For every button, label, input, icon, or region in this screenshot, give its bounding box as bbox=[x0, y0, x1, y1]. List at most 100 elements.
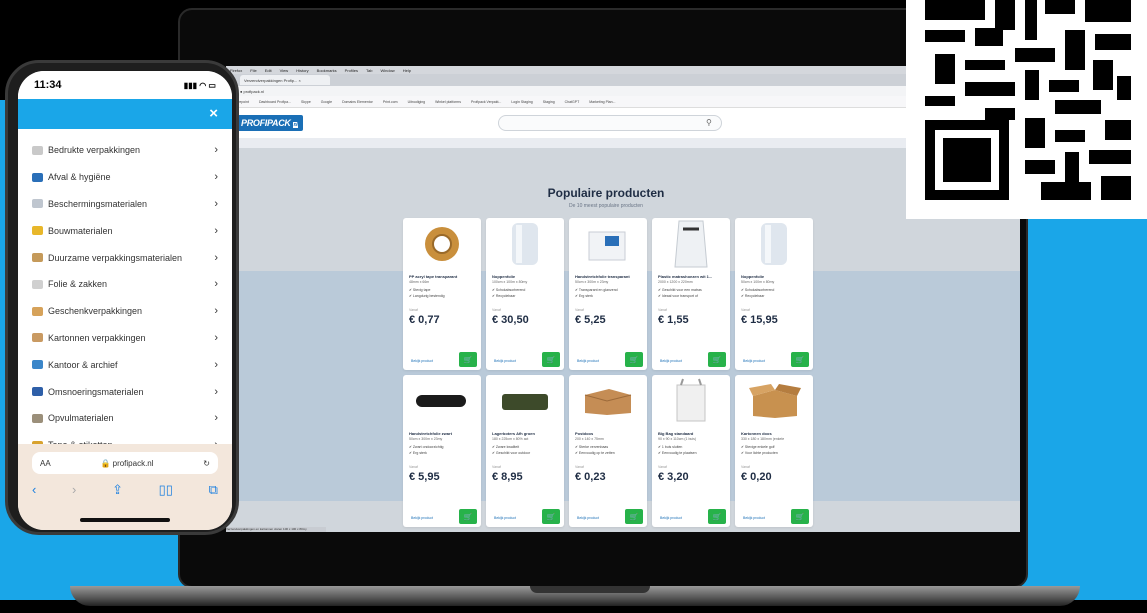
browser-tab[interactable]: Verzendverpakkingen Profip... × bbox=[240, 75, 330, 85]
product-card[interactable]: Plastic matrashoezen wit 1... 2000 x 1200… bbox=[652, 218, 730, 370]
category-item[interactable]: Bedrukte verpakkingen › bbox=[18, 137, 232, 164]
product-card[interactable]: Noppenfolie 100cm x 100m x 80my ✔ Schokabs… bbox=[486, 218, 564, 370]
add-to-cart-button[interactable]: 🛒 bbox=[791, 509, 809, 524]
add-to-cart-button[interactable]: 🛒 bbox=[625, 352, 643, 367]
bookmark-item[interactable]: Uitnodiging bbox=[408, 100, 426, 104]
bookmark-item[interactable]: Dashboard Profipa... bbox=[259, 100, 291, 104]
category-item[interactable]: Beschermingsmaterialen › bbox=[18, 191, 232, 218]
add-to-cart-button[interactable]: 🛒 bbox=[708, 509, 726, 524]
category-item[interactable]: Kartonnen verpakkingen › bbox=[18, 325, 232, 352]
price-prefix: Vanaf bbox=[658, 465, 667, 469]
view-product-link[interactable]: Bekijk product bbox=[577, 516, 599, 520]
product-image[interactable] bbox=[569, 375, 647, 427]
view-product-link[interactable]: Bekijk product bbox=[411, 516, 433, 520]
add-to-cart-button[interactable]: 🛒 bbox=[708, 352, 726, 367]
view-product-link[interactable]: Bekijk product bbox=[494, 516, 516, 520]
add-to-cart-button[interactable]: 🛒 bbox=[542, 352, 560, 367]
view-product-link[interactable]: Bekijk product bbox=[411, 359, 433, 363]
menubar-item[interactable]: Bookmarks bbox=[317, 68, 337, 73]
add-to-cart-button[interactable]: 🛒 bbox=[625, 509, 643, 524]
laptop-notch bbox=[530, 586, 650, 593]
add-to-cart-button[interactable]: 🛒 bbox=[542, 509, 560, 524]
reload-icon[interactable]: ↻ bbox=[203, 459, 210, 468]
menubar-item[interactable]: Firefox bbox=[230, 68, 242, 73]
menubar-item[interactable]: Window bbox=[380, 68, 394, 73]
product-image[interactable] bbox=[486, 218, 564, 270]
bookmark-item[interactable]: Domains Elementor bbox=[342, 100, 373, 104]
category-item[interactable]: Omsnoeringsmaterialen › bbox=[18, 378, 232, 405]
profipack-logo[interactable]: PROFIPACK nl bbox=[236, 115, 304, 131]
menubar-item[interactable]: History bbox=[296, 68, 308, 73]
menubar-item[interactable]: Help bbox=[403, 68, 411, 73]
add-to-cart-button[interactable]: 🛒 bbox=[459, 352, 477, 367]
product-card[interactable]: Handstretchfolie zwart 50cm x 300m x 23my… bbox=[403, 375, 481, 527]
category-label: Beschermingsmaterialen bbox=[48, 198, 148, 209]
bookmark-item[interactable]: Profipack Verpakt... bbox=[471, 100, 501, 104]
product-image[interactable] bbox=[569, 218, 647, 270]
cart-icon: 🛒 bbox=[712, 514, 722, 521]
product-card[interactable]: Handstretchfolie transparant 50cm x 300m … bbox=[569, 218, 647, 370]
price-prefix: Vanaf bbox=[409, 465, 418, 469]
menubar-item[interactable]: View bbox=[280, 68, 289, 73]
category-item[interactable]: Afval & hygiëne › bbox=[18, 164, 232, 191]
category-item[interactable]: Duurzame verpakkingsmaterialen › bbox=[18, 244, 232, 271]
share-icon[interactable]: ⇪ bbox=[112, 482, 123, 498]
add-to-cart-button[interactable]: 🛒 bbox=[791, 352, 809, 367]
menubar-item[interactable]: File bbox=[250, 68, 256, 73]
product-image[interactable] bbox=[403, 218, 481, 270]
category-item[interactable]: Folie & zakken › bbox=[18, 271, 232, 298]
bookmark-item[interactable]: Login Staging bbox=[511, 100, 532, 104]
product-card[interactable]: Postdoos 200 x 140 x 75mm ✔ Sterke vervenb… bbox=[569, 375, 647, 527]
cart-icon: 🛒 bbox=[546, 357, 556, 364]
product-card[interactable]: Big Bag standaard 90 x 90 x 110cm (1 buis… bbox=[652, 375, 730, 527]
forward-icon[interactable]: › bbox=[72, 482, 76, 498]
product-card[interactable]: Kartonnen doos 330 x 180 x 180mm (enkele ✔… bbox=[735, 375, 813, 527]
product-card[interactable]: PP acryl tape transparant 48mm x 66m ✔ Ste… bbox=[403, 218, 481, 370]
view-product-link[interactable]: Bekijk product bbox=[743, 516, 765, 520]
safari-nav: ‹ › ⇪ ▯▯ ⧉ bbox=[32, 482, 218, 498]
bookmark-item[interactable]: ChatGPT bbox=[565, 100, 580, 104]
category-item[interactable]: Kantoor & archief › bbox=[18, 351, 232, 378]
logo-text: PROFIPACK bbox=[241, 118, 291, 128]
product-image[interactable] bbox=[735, 218, 813, 270]
product-image[interactable] bbox=[735, 375, 813, 427]
bookmark-item[interactable]: Staging bbox=[543, 100, 555, 104]
product-card[interactable]: Lagerboters Afh groen 180 x 225cm x 80% a… bbox=[486, 375, 564, 527]
view-product-link[interactable]: Bekijk product bbox=[577, 359, 599, 363]
product-image[interactable] bbox=[403, 375, 481, 427]
product-price: € 30,50 bbox=[492, 314, 529, 326]
bookmark-item[interactable]: Marketing Plan... bbox=[589, 100, 615, 104]
back-icon[interactable]: ‹ bbox=[32, 482, 36, 498]
category-item[interactable]: Bouwmaterialen › bbox=[18, 217, 232, 244]
search-input[interactable]: ⚲ bbox=[498, 115, 722, 131]
category-icon bbox=[32, 387, 43, 397]
bookmark-item[interactable]: Skype bbox=[301, 100, 311, 104]
view-product-link[interactable]: Bekijk product bbox=[660, 516, 682, 520]
product-image[interactable] bbox=[486, 375, 564, 427]
view-product-link[interactable]: Bekijk product bbox=[660, 359, 682, 363]
menubar-item[interactable]: Profiles bbox=[345, 68, 358, 73]
bookmarks-icon[interactable]: ▯▯ bbox=[159, 482, 173, 498]
phone-time: 11:34 bbox=[34, 79, 62, 91]
menubar-item[interactable]: Edit bbox=[265, 68, 272, 73]
category-icon bbox=[32, 145, 43, 155]
view-product-link[interactable]: Bekijk product bbox=[494, 359, 516, 363]
view-product-link[interactable]: Bekijk product bbox=[743, 359, 765, 363]
product-image[interactable] bbox=[652, 218, 730, 270]
close-icon[interactable]: × bbox=[209, 105, 218, 122]
category-item[interactable]: Geschenkverpakkingen › bbox=[18, 298, 232, 325]
bookmark-item[interactable]: Print.com bbox=[383, 100, 398, 104]
product-card[interactable]: Noppenfolie 50cm x 100m x 80my ✔ Schokabso… bbox=[735, 218, 813, 370]
address-bar[interactable]: ● profipack.nl bbox=[226, 86, 1020, 96]
search-icon[interactable]: ⚲ bbox=[706, 118, 715, 127]
text-size-button[interactable]: AA bbox=[40, 459, 51, 468]
add-to-cart-button[interactable]: 🛒 bbox=[459, 509, 477, 524]
safari-address-bar[interactable]: AA 🔒 profipack.nl ↻ bbox=[32, 452, 218, 474]
tabs-icon[interactable]: ⧉ bbox=[209, 482, 218, 498]
product-image[interactable] bbox=[652, 375, 730, 427]
category-item[interactable]: Opvulmaterialen › bbox=[18, 405, 232, 432]
qr-code[interactable] bbox=[906, 0, 1147, 219]
bookmark-item[interactable]: Winkel platforms bbox=[435, 100, 461, 104]
menubar-item[interactable]: Tab bbox=[366, 68, 372, 73]
bookmark-item[interactable]: Google bbox=[321, 100, 332, 104]
